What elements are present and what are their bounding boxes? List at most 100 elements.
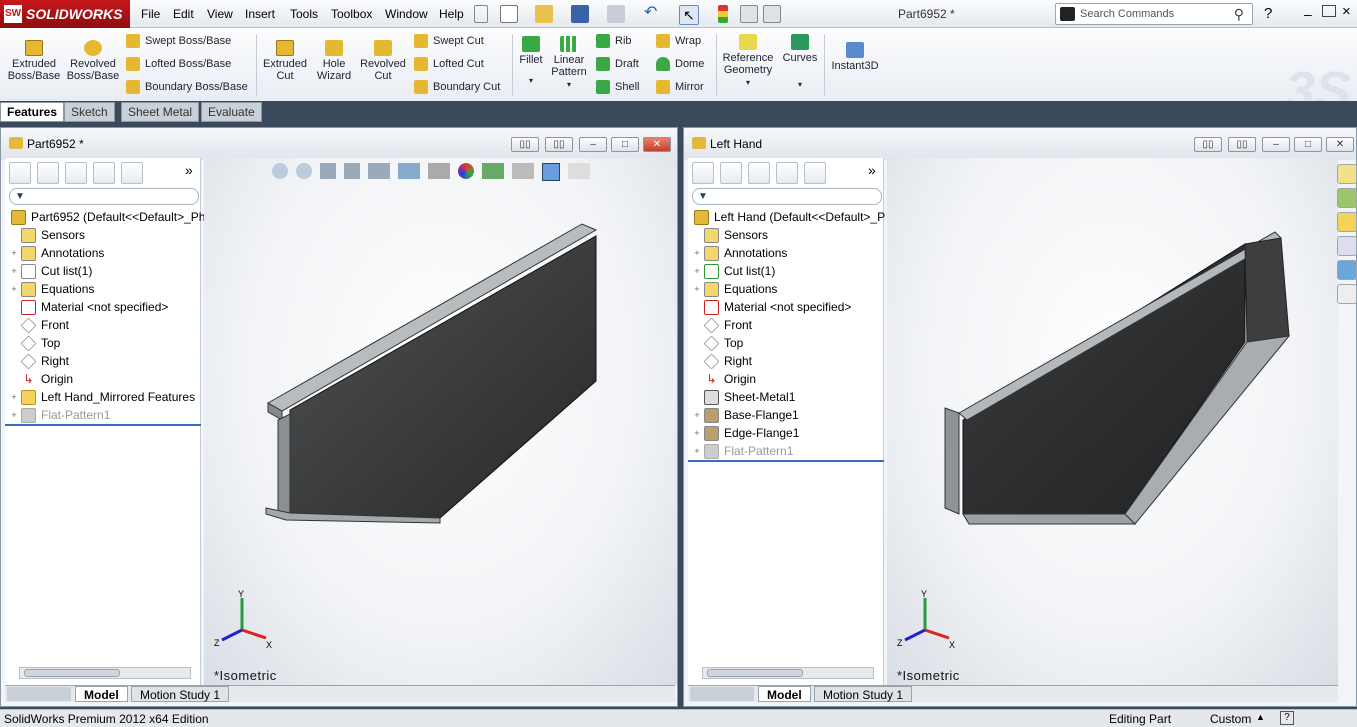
- tree-item-edge-flange[interactable]: + Edge-Flange1: [692, 424, 799, 442]
- file-properties-icon[interactable]: [740, 5, 758, 23]
- tree-item-material[interactable]: Material <not specified>: [9, 298, 168, 316]
- tree-horizontal-scrollbar[interactable]: [19, 667, 191, 679]
- rib-button[interactable]: Rib: [596, 34, 632, 48]
- search-icon[interactable]: ⚲: [1234, 6, 1244, 23]
- boundary-boss-button[interactable]: Boundary Boss/Base: [126, 80, 248, 94]
- tree-item-cut-list[interactable]: + Cut list(1): [9, 262, 92, 280]
- menu-help[interactable]: Help: [439, 7, 464, 21]
- undo-icon[interactable]: ↶: [644, 5, 662, 23]
- menu-tools[interactable]: Tools: [290, 7, 318, 21]
- units-arrow-icon[interactable]: ▲: [1256, 712, 1265, 722]
- menu-insert[interactable]: Insert: [245, 7, 275, 21]
- menu-toolbox[interactable]: Toolbox: [331, 7, 372, 21]
- rollback-bar[interactable]: [5, 424, 201, 426]
- curves-button[interactable]: Curves ▾: [780, 34, 820, 89]
- new-document-icon[interactable]: [500, 5, 518, 23]
- tree-item-right-plane[interactable]: Right: [9, 352, 69, 370]
- mirror-button[interactable]: Mirror: [656, 80, 704, 94]
- tree-item-annotations[interactable]: + Annotations: [692, 244, 787, 262]
- search-input[interactable]: Search Commands ⚲: [1055, 3, 1253, 25]
- view-palette-icon[interactable]: [1337, 236, 1357, 256]
- menu-view[interactable]: View: [207, 7, 233, 21]
- expand-icon[interactable]: +: [9, 392, 19, 402]
- feature-manager-icon[interactable]: [692, 162, 714, 184]
- boundary-cut-button[interactable]: Boundary Cut: [414, 80, 500, 94]
- scroll-thumb[interactable]: [24, 669, 120, 677]
- configuration-manager-icon[interactable]: [65, 162, 87, 184]
- tree-item-front-plane[interactable]: Front: [9, 316, 69, 334]
- tab-model[interactable]: Model: [75, 686, 128, 702]
- tree-item-origin[interactable]: ↳ Origin: [9, 370, 73, 388]
- dome-button[interactable]: Dome: [656, 57, 704, 71]
- swept-boss-button[interactable]: Swept Boss/Base: [126, 34, 231, 48]
- options-icon[interactable]: [763, 5, 781, 23]
- minimize-button[interactable]: –: [1262, 137, 1290, 152]
- maximize-button[interactable]: □: [611, 137, 639, 152]
- tab-scroll-arrows[interactable]: [690, 687, 754, 701]
- maximize-button[interactable]: □: [1294, 137, 1322, 152]
- draft-button[interactable]: Draft: [596, 57, 639, 71]
- tree-item-cut-list[interactable]: + Cut list(1): [692, 262, 775, 280]
- linear-pattern-button[interactable]: Linear Pattern ▾: [548, 36, 590, 89]
- expand-icon[interactable]: +: [9, 284, 19, 294]
- menu-window[interactable]: Window: [385, 7, 428, 21]
- reference-geometry-button[interactable]: Reference Geometry ▾: [720, 34, 776, 87]
- right-graphics-area[interactable]: Y X Z *Isometric: [887, 158, 1338, 685]
- tile-vertical-button[interactable]: ▯▯: [545, 137, 573, 152]
- design-library-icon[interactable]: [1337, 188, 1357, 208]
- tree-item-annotations[interactable]: + Annotations: [9, 244, 104, 262]
- tree-horizontal-scrollbar[interactable]: [702, 667, 874, 679]
- expand-icon[interactable]: +: [692, 446, 702, 456]
- dimxpert-icon[interactable]: [93, 162, 115, 184]
- expand-chevron-icon[interactable]: »: [185, 162, 199, 184]
- revolved-cut-button[interactable]: Revolved Cut: [358, 40, 408, 82]
- restore-icon[interactable]: [1322, 5, 1336, 17]
- tree-filter-input[interactable]: ▼: [9, 188, 199, 205]
- tree-root[interactable]: Left Hand (Default<<Default>_P: [692, 208, 885, 226]
- expand-icon[interactable]: +: [9, 248, 19, 258]
- tab-evaluate[interactable]: Evaluate: [201, 102, 262, 122]
- tree-item-sensors[interactable]: Sensors: [9, 226, 85, 244]
- pin-icon[interactable]: [474, 5, 488, 23]
- expand-icon[interactable]: +: [692, 410, 702, 420]
- tree-item-flat-pattern[interactable]: + Flat-Pattern1: [9, 406, 110, 424]
- lofted-boss-button[interactable]: Lofted Boss/Base: [126, 57, 231, 71]
- tab-model[interactable]: Model: [758, 686, 811, 702]
- extruded-cut-button[interactable]: Extruded Cut: [262, 40, 308, 82]
- expand-icon[interactable]: +: [9, 410, 19, 420]
- tab-sketch[interactable]: Sketch: [64, 102, 115, 122]
- open-folder-icon[interactable]: [535, 5, 553, 23]
- tile-horizontal-button[interactable]: ▯▯: [511, 137, 539, 152]
- scroll-thumb[interactable]: [707, 669, 803, 677]
- display-manager-icon[interactable]: [804, 162, 826, 184]
- hole-wizard-button[interactable]: Hole Wizard: [314, 40, 354, 82]
- tree-item-equations[interactable]: + Equations: [9, 280, 94, 298]
- select-arrow-icon[interactable]: ↖: [679, 5, 699, 25]
- appearances-icon[interactable]: [1337, 260, 1357, 280]
- fillet-button[interactable]: Fillet ▾: [516, 36, 546, 85]
- expand-icon[interactable]: +: [692, 266, 702, 276]
- extruded-boss-button[interactable]: Extruded Boss/Base: [6, 40, 62, 82]
- shell-button[interactable]: Shell: [596, 80, 639, 94]
- solidworks-logo[interactable]: SW SOLIDWORKS: [0, 0, 130, 28]
- tree-item-material[interactable]: Material <not specified>: [692, 298, 851, 316]
- custom-properties-icon[interactable]: [1337, 284, 1357, 304]
- menu-edit[interactable]: Edit: [173, 7, 194, 21]
- tab-motion-study[interactable]: Motion Study 1: [131, 686, 230, 702]
- close-icon[interactable]: ×: [1342, 3, 1351, 20]
- tab-features[interactable]: Features: [0, 102, 65, 122]
- tree-item-origin[interactable]: ↳ Origin: [692, 370, 756, 388]
- property-manager-icon[interactable]: [37, 162, 59, 184]
- expand-icon[interactable]: +: [692, 428, 702, 438]
- tab-motion-study[interactable]: Motion Study 1: [814, 686, 913, 702]
- tab-scroll-arrows[interactable]: [7, 687, 71, 701]
- left-graphics-area[interactable]: Y X Z *Isometric: [204, 158, 677, 685]
- instant3d-button[interactable]: Instant3D: [828, 42, 882, 72]
- expand-icon[interactable]: +: [692, 248, 702, 258]
- tree-item-flat-pattern[interactable]: + Flat-Pattern1: [692, 442, 793, 460]
- tree-item-sensors[interactable]: Sensors: [692, 226, 768, 244]
- expand-icon[interactable]: +: [692, 284, 702, 294]
- tree-item-mirrored-features[interactable]: + Left Hand_Mirrored Features: [9, 388, 195, 406]
- minimize-icon[interactable]: –: [1304, 6, 1312, 22]
- rebuild-icon[interactable]: [718, 5, 728, 23]
